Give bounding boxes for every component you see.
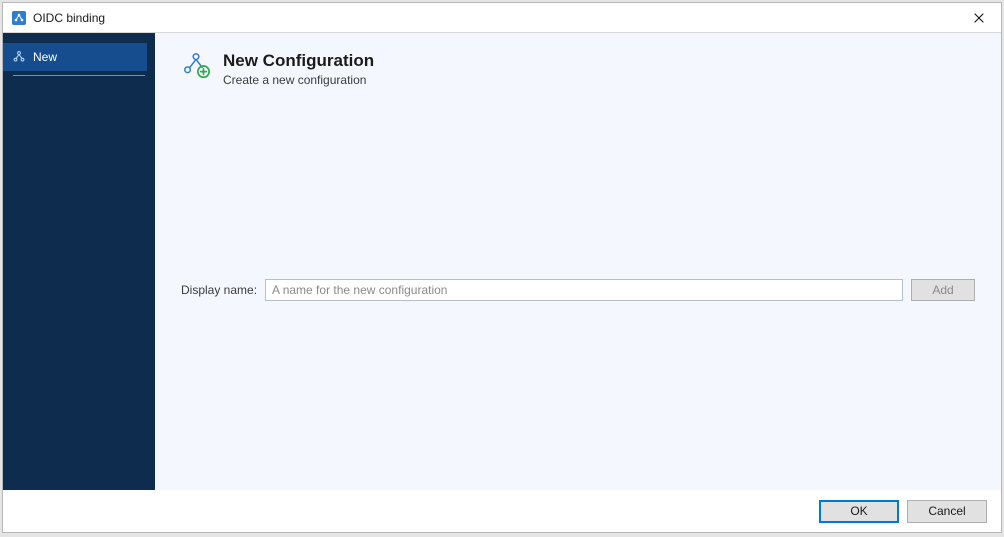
content-header: New Configuration Create a new configura… <box>181 51 975 87</box>
app-icon <box>11 10 27 26</box>
display-name-label: Display name: <box>181 283 257 297</box>
display-name-row: Display name: Add <box>181 279 975 301</box>
page-subtitle: Create a new configuration <box>223 73 374 87</box>
add-button[interactable]: Add <box>911 279 975 301</box>
new-config-icon <box>181 51 211 81</box>
tree-icon <box>11 49 27 65</box>
cancel-button[interactable]: Cancel <box>907 500 987 523</box>
dialog-window: OIDC binding <box>2 2 1002 533</box>
window-title: OIDC binding <box>33 11 105 25</box>
sidebar-separator <box>13 75 145 76</box>
sidebar-item-new[interactable]: New <box>3 43 147 71</box>
ok-button[interactable]: OK <box>819 500 899 523</box>
page-title: New Configuration <box>223 51 374 71</box>
close-icon <box>974 13 984 23</box>
dialog-body: New New Configuration <box>3 33 1001 490</box>
display-name-input[interactable] <box>265 279 903 301</box>
dialog-footer: OK Cancel <box>3 490 1001 532</box>
sidebar-item-label: New <box>33 50 57 64</box>
content-area: New Configuration Create a new configura… <box>155 33 1001 490</box>
close-button[interactable] <box>957 3 1001 33</box>
titlebar: OIDC binding <box>3 3 1001 33</box>
sidebar: New <box>3 33 155 490</box>
